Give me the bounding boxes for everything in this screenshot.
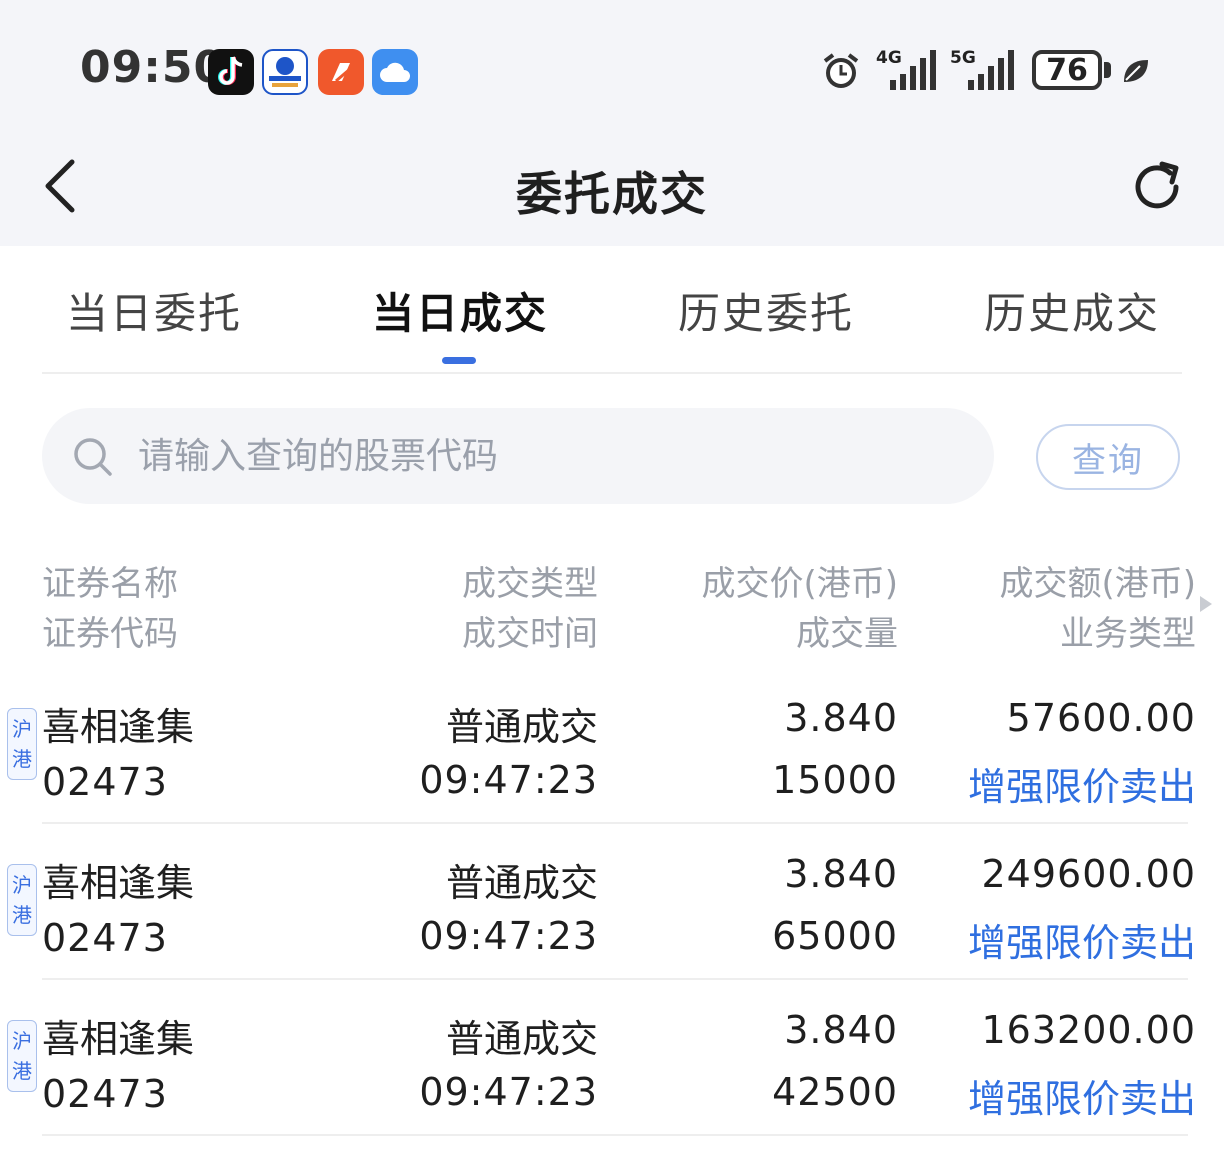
header-security-name: 证券名称 bbox=[42, 564, 178, 604]
header-trade-time: 成交时间 bbox=[462, 614, 598, 654]
market-tag: 沪 港 bbox=[7, 708, 37, 780]
header-trade-volume: 成交量 bbox=[796, 614, 898, 654]
market-tag-char-1: 沪 bbox=[12, 1029, 32, 1053]
tab-today-orders[interactable]: 当日委托 bbox=[66, 280, 242, 341]
leaf-icon bbox=[1120, 56, 1150, 86]
row-divider bbox=[42, 1134, 1188, 1136]
trade-volume: 42500 bbox=[772, 1070, 898, 1114]
trade-type: 普通成交 bbox=[445, 1017, 598, 1061]
security-name: 喜相逢集 bbox=[42, 861, 195, 905]
tiktok-icon bbox=[208, 49, 254, 95]
status-time: 09:50 bbox=[80, 42, 226, 93]
news-app-icon bbox=[318, 49, 364, 95]
market-tag-char-1: 沪 bbox=[12, 873, 32, 897]
trade-time: 09:47:23 bbox=[419, 1070, 598, 1114]
signal-bars-icon-2 bbox=[966, 50, 1016, 90]
trade-type: 普通成交 bbox=[445, 861, 598, 905]
market-tag-char-2: 港 bbox=[12, 747, 32, 771]
trade-volume: 65000 bbox=[772, 914, 898, 958]
header-security-code: 证券代码 bbox=[42, 614, 178, 654]
battery-indicator: 76 bbox=[1032, 50, 1102, 90]
trade-price: 3.840 bbox=[784, 1008, 898, 1052]
trade-time: 09:47:23 bbox=[419, 758, 598, 802]
trade-amount: 163200.00 bbox=[981, 1008, 1196, 1052]
security-name: 喜相逢集 bbox=[42, 705, 195, 749]
trade-price: 3.840 bbox=[784, 696, 898, 740]
header-business-type: 业务类型 bbox=[1060, 614, 1196, 654]
trade-time: 09:47:23 bbox=[419, 914, 598, 958]
security-code: 02473 bbox=[42, 1072, 168, 1116]
security-name: 喜相逢集 bbox=[42, 1017, 195, 1061]
business-type: 增强限价卖出 bbox=[967, 765, 1196, 809]
security-code: 02473 bbox=[42, 916, 168, 960]
refresh-button[interactable] bbox=[1126, 156, 1188, 218]
tab-history-trades[interactable]: 历史成交 bbox=[984, 280, 1160, 341]
tab-divider bbox=[42, 372, 1182, 374]
broker-app-icon bbox=[262, 49, 308, 95]
tab-today-trades[interactable]: 当日成交 bbox=[372, 280, 548, 341]
market-tag: 沪 港 bbox=[7, 1020, 37, 1092]
alarm-icon bbox=[820, 50, 862, 92]
refresh-icon bbox=[1135, 161, 1179, 209]
page-title: 委托成交 bbox=[516, 167, 708, 221]
table-row[interactable]: 沪 港 喜相逢集 02473 普通成交 09:47:23 3.840 15000… bbox=[0, 666, 1224, 822]
query-button[interactable]: 查询 bbox=[1036, 424, 1180, 490]
search-bar bbox=[42, 408, 994, 504]
header-trade-type: 成交类型 bbox=[462, 564, 598, 604]
trade-type: 普通成交 bbox=[445, 705, 598, 749]
header-trade-amount: 成交额(港币) bbox=[999, 564, 1196, 604]
header-trade-price: 成交价(港币) bbox=[701, 564, 898, 604]
business-type: 增强限价卖出 bbox=[967, 1077, 1196, 1121]
trade-price: 3.840 bbox=[784, 852, 898, 896]
search-input[interactable] bbox=[138, 426, 958, 486]
search-icon bbox=[74, 438, 112, 476]
market-tag-char-2: 港 bbox=[12, 903, 32, 927]
table-row[interactable]: 沪 港 喜相逢集 02473 普通成交 09:47:23 3.840 65000… bbox=[0, 822, 1224, 978]
active-tab-indicator bbox=[442, 357, 476, 364]
table-row[interactable]: 沪 港 喜相逢集 02473 普通成交 09:47:23 3.840 42500… bbox=[0, 978, 1224, 1134]
cloud-app-icon bbox=[372, 49, 418, 95]
tab-history-orders[interactable]: 历史委托 bbox=[678, 280, 854, 341]
signal-bars-icon bbox=[888, 50, 938, 90]
trade-amount: 249600.00 bbox=[981, 852, 1196, 896]
security-code: 02473 bbox=[42, 760, 168, 804]
trade-volume: 15000 bbox=[772, 758, 898, 802]
business-type: 增强限价卖出 bbox=[967, 921, 1196, 965]
market-tag-char-2: 港 bbox=[12, 1059, 32, 1083]
battery-cap bbox=[1104, 62, 1111, 78]
trade-amount: 57600.00 bbox=[1006, 696, 1196, 740]
market-tag-char-1: 沪 bbox=[12, 717, 32, 741]
market-tag: 沪 港 bbox=[7, 864, 37, 936]
scroll-right-icon[interactable] bbox=[1200, 596, 1212, 612]
